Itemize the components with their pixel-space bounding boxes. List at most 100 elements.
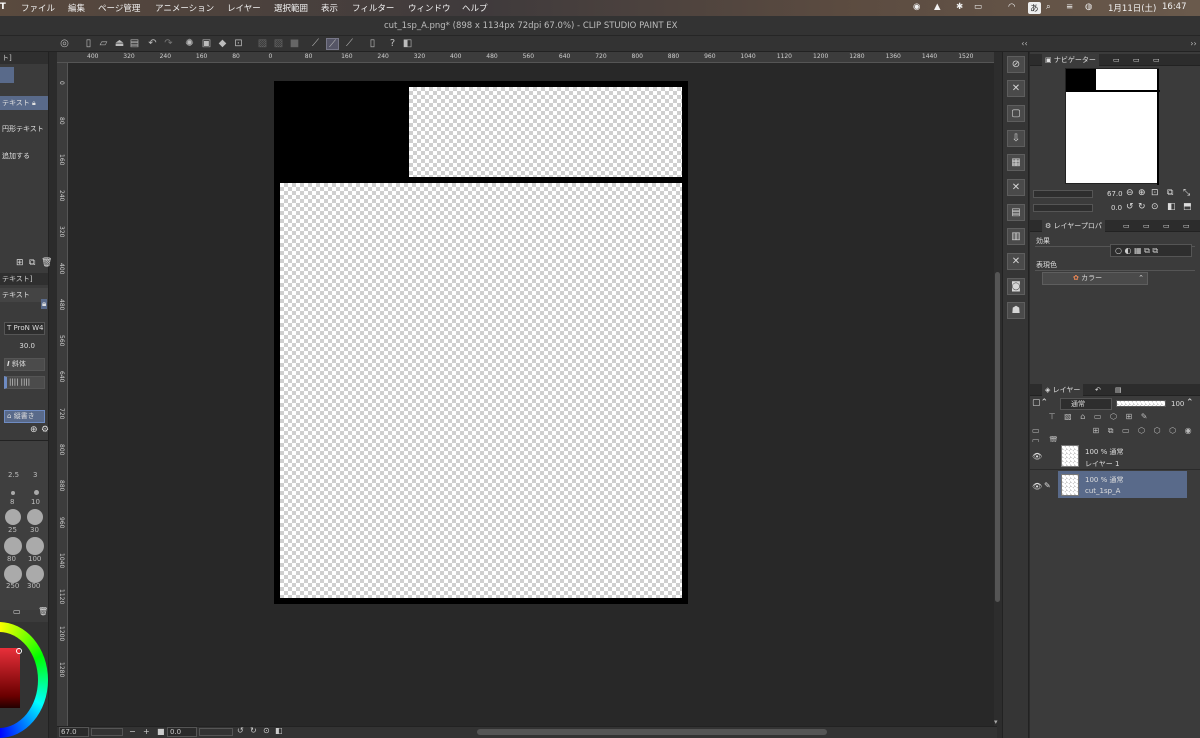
person-icon[interactable]: ☗ <box>1007 302 1025 319</box>
tab-undo-history[interactable]: ▭ <box>1140 220 1153 232</box>
tab-layer-property[interactable]: ⚙ レイヤープロパ <box>1042 220 1105 232</box>
menu-item-view[interactable]: 表示 <box>321 2 338 14</box>
layer-mask-toggle-icon[interactable]: ▢⌃ <box>1032 398 1048 408</box>
zoom-input[interactable]: 67.0 <box>59 727 89 737</box>
flip-horizontal-icon[interactable]: ◧ <box>275 726 283 735</box>
image-icon[interactable]: ▥ <box>1007 228 1025 245</box>
clear-outside-icon[interactable]: ▣ <box>200 38 213 50</box>
transparent-panel-main[interactable] <box>280 183 682 598</box>
selection-invert-icon[interactable]: ■ <box>288 38 301 50</box>
property-lock-icon[interactable]: 🔒︎ <box>41 299 48 309</box>
close-panel-icon[interactable]: ✕ <box>1007 80 1025 97</box>
navigator-expand-icon[interactable]: ⤡ <box>1183 188 1190 198</box>
transform-icon[interactable]: ⊡ <box>232 38 245 50</box>
battery-icon[interactable]: ▭ <box>974 2 982 12</box>
layer-tool-row-2[interactable]: ▭ ⊞ ⧉ ▭ ⬡ ⬡ ⬡ ◉ ▭ 🗑︎ <box>1032 426 1198 445</box>
control-center-icon[interactable]: ≡ <box>1066 2 1073 12</box>
property-detail-icon[interactable]: ⊕ <box>30 425 38 435</box>
rotate-right-icon[interactable]: ↻ <box>250 726 257 735</box>
vertical-scroll-thumb[interactable] <box>995 272 1000 602</box>
brush-size-preset[interactable] <box>34 490 39 495</box>
horizontal-scroll-thumb[interactable] <box>477 729 827 735</box>
property-settings-icon[interactable]: ⚙ <box>41 425 49 435</box>
italic-button[interactable]: I 斜体 <box>4 358 45 371</box>
print-icon[interactable]: ▤ <box>128 38 141 50</box>
menu-item-page[interactable]: ページ管理 <box>98 2 140 14</box>
fill-icon[interactable]: ◆ <box>216 38 229 50</box>
collapse-right-icon[interactable]: ›› <box>1187 38 1200 50</box>
import-icon[interactable]: ⇩ <box>1007 130 1025 147</box>
transparent-panel-top[interactable] <box>409 87 682 177</box>
menu-item-window[interactable]: ウィンドウ <box>408 2 451 14</box>
snap-ruler-icon[interactable]: ⟋ <box>309 38 322 50</box>
brush-size-preset[interactable] <box>4 565 22 583</box>
navigator-rotate-left-icon[interactable]: ↺ <box>1126 202 1134 212</box>
sub-tool-tab[interactable] <box>0 67 14 83</box>
clear-icon[interactable]: ✺ <box>183 38 196 50</box>
material-icon[interactable]: ▢ <box>1007 105 1025 122</box>
copy-subtool-icon[interactable]: ⧉ <box>29 258 35 268</box>
edit-pen-icon[interactable]: ✎ <box>1044 481 1051 490</box>
menu-item-layer[interactable]: レイヤー <box>227 2 261 14</box>
navigator-preview[interactable] <box>1065 68 1160 185</box>
tab-animation[interactable]: ▤ <box>1112 384 1125 396</box>
navigator-fit-window-icon[interactable]: ⧉ <box>1167 188 1173 198</box>
navigator-zoom-slider[interactable] <box>1033 190 1093 198</box>
save-icon[interactable]: ⏏ <box>113 38 126 50</box>
tab-item-bank[interactable]: ▭ <box>1150 54 1163 66</box>
status-icon-a[interactable]: ▲ <box>934 2 941 12</box>
clip-studio-icon[interactable]: ◎ <box>58 38 71 50</box>
flip-icon[interactable]: ◧ <box>401 38 414 50</box>
subtool-text[interactable]: テキスト 🔒︎ <box>0 96 48 110</box>
crop-icon[interactable]: ▨ <box>272 38 285 50</box>
brush-size-preset[interactable] <box>26 537 44 555</box>
navigator-reset-rotate-icon[interactable]: ⊙ <box>1151 202 1159 212</box>
close-panel-icon[interactable]: ✕ <box>1007 179 1025 196</box>
canvas-area[interactable] <box>68 63 994 726</box>
text-align-buttons[interactable]: |||| |||| <box>4 376 45 389</box>
menubar-date[interactable]: 1月11日(土) <box>1108 2 1156 14</box>
siri-icon[interactable]: ◍ <box>1085 2 1092 12</box>
open-file-icon[interactable]: ▱ <box>97 38 110 50</box>
subtool-circle-text[interactable]: 円形テキスト <box>0 122 48 136</box>
tab-info[interactable]: ▭ <box>1130 54 1143 66</box>
collapse-left-icon[interactable]: ‹‹ <box>1018 38 1031 50</box>
navigator-flip-v-icon[interactable]: ⬒ <box>1183 202 1192 212</box>
close-panel-icon[interactable]: ✕ <box>1007 253 1025 270</box>
canvas-vertical-scrollbar[interactable]: ▾ <box>994 52 1002 738</box>
zoom-in-icon[interactable]: + <box>143 727 150 736</box>
navigator-zoom-in-icon[interactable]: ⊕ <box>1138 188 1146 198</box>
grid-icon[interactable]: ▦ <box>1007 154 1025 171</box>
camera-icon[interactable]: ◙ <box>1007 278 1025 295</box>
snap-special-ruler-icon[interactable]: ⟋ <box>326 38 339 50</box>
subtool-add[interactable]: 追加する <box>0 149 48 163</box>
search-icon[interactable]: ⊘ <box>1007 56 1025 73</box>
palette-delete-icon[interactable]: 🗑︎ <box>38 607 48 616</box>
redo-icon[interactable]: ↷ <box>162 38 175 50</box>
opacity-slider[interactable] <box>1116 400 1166 407</box>
font-select[interactable]: T ProN W4 <box>4 322 45 335</box>
brush-size-preset[interactable] <box>26 565 44 583</box>
menubar-time[interactable]: 16:47 <box>1162 2 1187 12</box>
menu-item-filter[interactable]: フィルター <box>352 2 394 14</box>
menu-item-T[interactable]: T <box>0 2 6 12</box>
layer-row-selected[interactable]: 👁︎ ✎ 100 % 通常 cut_1sp_A <box>1032 471 1187 498</box>
scroll-down-icon[interactable]: ▾ <box>994 718 998 726</box>
navigator-flip-h-icon[interactable]: ◧ <box>1167 202 1176 212</box>
angle-input[interactable]: 0.0 <box>167 727 197 737</box>
menu-item-animation[interactable]: アニメーション <box>155 2 214 14</box>
brush-size-preset[interactable] <box>4 537 22 555</box>
vertical-writing-button[interactable]: ⌂ 縦書き <box>4 410 45 423</box>
tab-layer-color[interactable]: ▭ <box>1160 220 1173 232</box>
angle-slider[interactable] <box>199 728 233 736</box>
color-wheel-cursor[interactable] <box>16 648 22 654</box>
zoom-slider[interactable] <box>91 728 123 736</box>
tab-layer-search[interactable]: ▭ <box>1120 220 1133 232</box>
wifi-icon[interactable]: ◠ <box>1008 2 1015 12</box>
color-saturation-box[interactable] <box>0 648 20 708</box>
brush-size-preset[interactable] <box>5 509 21 525</box>
help-icon[interactable]: ? <box>386 38 399 50</box>
tab-sub-view[interactable]: ▭ <box>1110 54 1123 66</box>
visibility-eye-icon[interactable]: 👁︎ <box>1032 482 1042 491</box>
layout-icon[interactable]: ▤ <box>1007 204 1025 221</box>
